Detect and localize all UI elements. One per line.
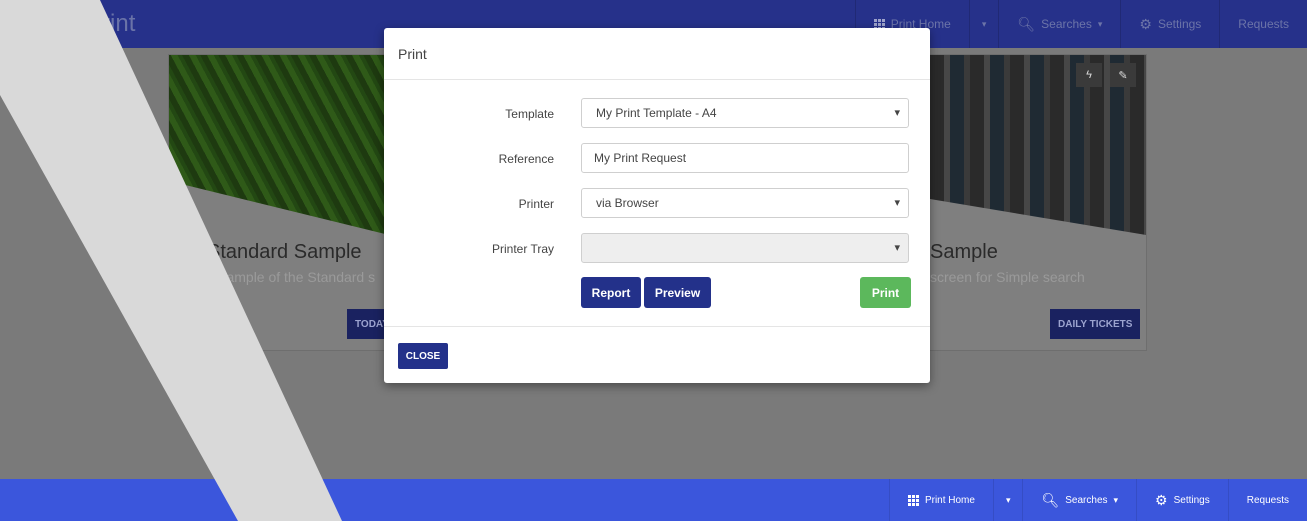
template-value: My Print Template - A4 [596, 106, 717, 120]
bottom-navbar: Metro Print Print Home ▾ 🔍︎ Searches ▾ ⚙… [0, 479, 1307, 521]
card-title: Sample [930, 241, 998, 263]
card-subtitle: A sample of the Standard s [207, 269, 376, 285]
reference-value: My Print Request [594, 151, 687, 165]
nav-print-home[interactable]: Print Home [888, 479, 993, 521]
card-subtitle: screen for Simple search [930, 269, 1085, 285]
printer-row: Printer via Browser [384, 188, 930, 220]
caret-down-icon: ▾ [1097, 18, 1103, 29]
pencil-icon[interactable]: ✎ [1110, 63, 1136, 87]
preview-button[interactable]: Preview [644, 277, 711, 308]
dialog-title: Print [398, 45, 427, 62]
nav-searches-label: Searches [1065, 494, 1108, 506]
dialog-header: Print [384, 28, 930, 80]
grid-icon [907, 494, 919, 506]
printer-value: via Browser [596, 196, 659, 210]
report-button[interactable]: Report [581, 277, 641, 308]
nav-searches[interactable]: 🔍︎ Searches ▾ [998, 0, 1120, 48]
bottom-nav-menu: Print Home ▾ 🔍︎ Searches ▾ ⚙ Settings Re… [888, 479, 1307, 521]
nav-print-home-dropdown[interactable]: ▾ [968, 0, 999, 48]
brand-logo[interactable]: Metro Print [18, 0, 135, 48]
reference-label: Reference [498, 152, 554, 166]
card-standard-sample: Standard Sample A sample of the Standard… [168, 54, 390, 351]
lightning-icon[interactable]: ϟ [1076, 63, 1102, 87]
card-title: Standard Sample [207, 241, 362, 263]
gear-icon: ⚙ [1155, 492, 1168, 508]
caret-down-icon: ▾ [1005, 494, 1011, 505]
search-icon: 🔍︎ [1041, 492, 1060, 508]
printer-label: Printer [518, 197, 554, 211]
nav-print-home-dropdown[interactable]: ▾ [992, 479, 1023, 521]
dialog-footer: CLOSE [384, 326, 930, 384]
nav-requests-label: Requests [1246, 494, 1289, 506]
reference-input[interactable]: My Print Request [581, 143, 909, 173]
nav-requests[interactable]: Requests [1227, 479, 1307, 521]
printer-tray-select[interactable] [581, 233, 909, 263]
nav-settings[interactable]: ⚙ Settings [1136, 479, 1228, 521]
daily-tickets-button[interactable]: DAILY TICKETS [1050, 309, 1141, 339]
reference-row: Reference My Print Request [384, 143, 930, 175]
card-image [169, 55, 389, 235]
nav-settings-label: Settings [1157, 17, 1202, 31]
search-icon: 🔍︎ [1017, 16, 1036, 32]
caret-down-icon: ▾ [981, 18, 987, 29]
caret-down-icon: ▾ [1113, 494, 1119, 505]
nav-requests[interactable]: Requests [1219, 0, 1307, 48]
printer-tray-row: Printer Tray [384, 233, 930, 265]
printer-tray-label: Printer Tray [491, 242, 554, 256]
print-button[interactable]: Print [860, 277, 911, 308]
close-button[interactable]: CLOSE [398, 343, 448, 369]
nav-settings-label: Settings [1173, 494, 1210, 506]
template-select[interactable]: My Print Template - A4 [581, 98, 909, 128]
printer-select[interactable]: via Browser [581, 188, 909, 218]
nav-requests-label: Requests [1238, 17, 1289, 31]
nav-print-home-label: Print Home [924, 494, 975, 506]
print-dialog: Print Template My Print Template - A4 Re… [384, 28, 930, 383]
nav-searches[interactable]: 🔍︎ Searches ▾ [1022, 479, 1136, 521]
gear-icon: ⚙ [1139, 16, 1152, 32]
card-simple-sample: ϟ ✎ Sample screen for Simple search DAIL… [929, 54, 1147, 351]
nav-searches-label: Searches [1041, 17, 1092, 31]
open-button[interactable]: OPEN [183, 310, 229, 338]
nav-settings[interactable]: ⚙ Settings [1120, 0, 1219, 48]
brand-logo[interactable]: Metro Print [235, 479, 328, 521]
template-row: Template My Print Template - A4 [384, 98, 930, 130]
template-label: Template [505, 107, 554, 121]
